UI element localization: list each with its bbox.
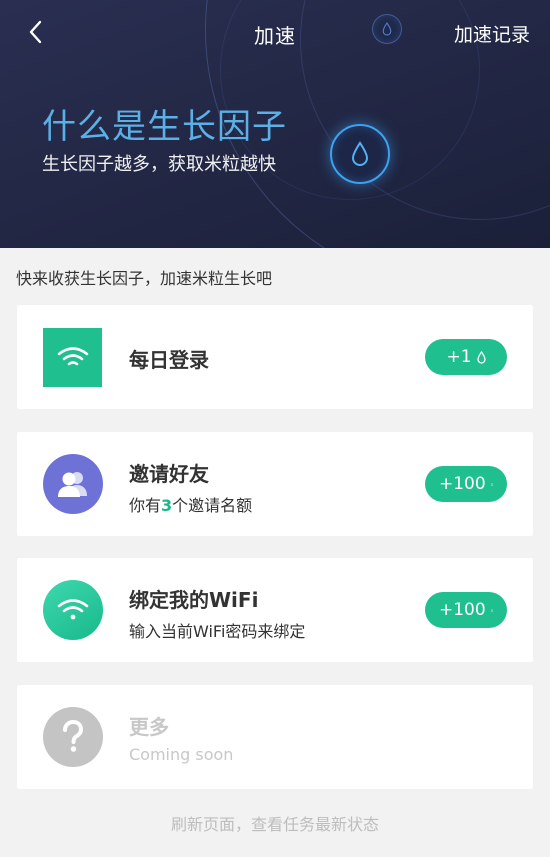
reward-label: +100 [439, 474, 486, 494]
task-subtitle: 输入当前WiFi密码来绑定 [129, 622, 306, 641]
subtitle-suffix: 个邀请名额 [172, 496, 253, 515]
reward-label: +1 [446, 347, 472, 367]
hero-heading[interactable]: 什么是生长因子 [42, 99, 287, 148]
task-subtitle: 你有3个邀请名额 [129, 492, 252, 516]
intro-text: 快来收获生长因子，加速米粒生长吧 [16, 269, 273, 288]
drop-icon [490, 608, 493, 612]
drop-icon [372, 14, 402, 44]
task-title: 更多 [129, 715, 169, 739]
reward-button[interactable]: +100 [425, 592, 507, 628]
task-card-invite-friends: 邀请好友 你有3个邀请名额 +100 [17, 432, 533, 536]
question-icon [43, 707, 103, 767]
invite-count: 3 [161, 496, 173, 515]
task-card-more: 更多 Coming soon [17, 685, 533, 789]
drop-icon [476, 350, 486, 364]
task-subtitle: Coming soon [129, 745, 234, 764]
reward-button[interactable]: +100 [425, 466, 507, 502]
task-title: 绑定我的WiFi [129, 588, 259, 612]
drop-icon [490, 482, 493, 486]
task-title: 邀请好友 [129, 462, 209, 486]
users-icon [43, 454, 103, 514]
nav-bar: 加速 加速记录 [0, 0, 550, 64]
reward-button[interactable]: +1 [425, 339, 507, 375]
task-title: 每日登录 [129, 348, 209, 372]
reward-label: +100 [439, 600, 486, 620]
speedup-record-link[interactable]: 加速记录 [454, 20, 530, 47]
wifi-icon [43, 580, 103, 640]
hero-subheading: 生长因子越多，获取米粒越快 [42, 154, 276, 175]
subtitle-prefix: 你有 [129, 496, 162, 515]
hero-banner: 加速 加速记录 什么是生长因子 生长因子越多，获取米粒越快 [0, 0, 550, 248]
task-card-bind-wifi: 绑定我的WiFi 输入当前WiFi密码来绑定 +100 [17, 558, 533, 662]
refresh-tip: 刷新页面，查看任务最新状态 [170, 815, 379, 834]
task-card-daily-login: 每日登录 +1 [17, 305, 533, 409]
water-drop-icon [330, 124, 390, 184]
wifi-icon [43, 328, 102, 387]
